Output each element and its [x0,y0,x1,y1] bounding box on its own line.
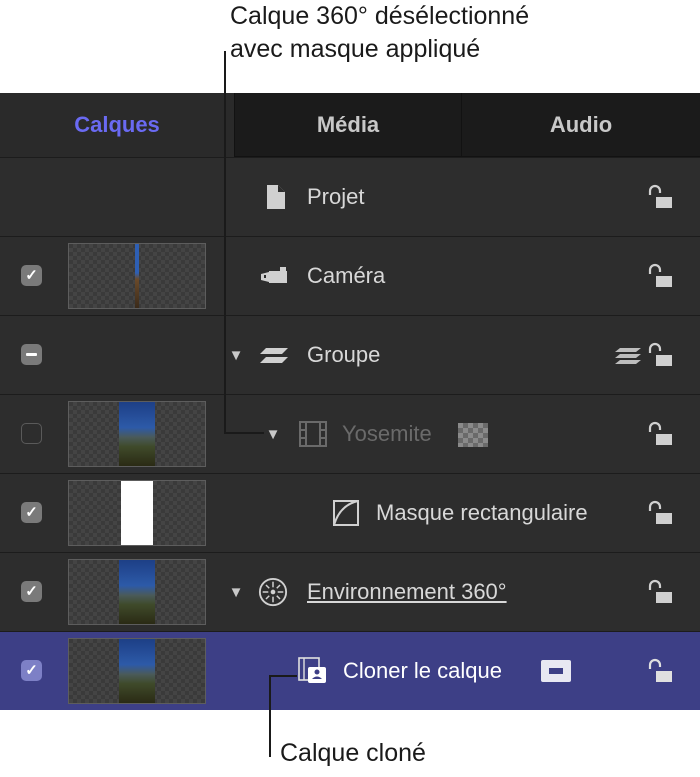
layer-row-projet[interactable]: Projet [0,157,700,236]
visibility-checkbox[interactable] [21,423,42,444]
layer-thumbnail [68,638,206,704]
mask-icon [331,498,361,528]
environment-360-icon [258,577,288,607]
document-icon [261,182,291,212]
layer-row-groupe[interactable]: ▼ Groupe [0,315,700,394]
clone-layer-icon [298,656,328,686]
callout-bottom-leader-horizontal [269,675,297,677]
visibility-checkbox[interactable]: ✓ [21,581,42,602]
layer-label: Masque rectangulaire [376,500,588,525]
layer-label: Cloner le calque [343,658,502,683]
callout-bottom: Calque cloné [280,739,426,767]
lock-icon[interactable] [648,658,674,684]
callout-top: Calque 360° désélectionné avec masque ap… [230,0,529,66]
layer-row-masque-rectangulaire[interactable]: ✓ Masque rectangulaire [0,473,700,552]
callout-top-leader-horizontal [224,432,264,434]
callout-bottom-leader [269,675,271,757]
camera-icon [260,261,290,291]
callout-top-leader [224,51,226,433]
lock-icon[interactable] [648,500,674,526]
layer-row-cloner-le-calque[interactable]: ✓ Cloner le calque [0,631,700,710]
layer-row-camera[interactable]: ✓ Caméra [0,236,700,315]
layer-thumbnail [68,559,206,625]
lock-icon[interactable] [648,421,674,447]
layer-thumbnail [68,243,206,309]
layer-thumbnail [68,401,206,467]
layer-label: Projet [307,184,365,209]
visibility-checkbox[interactable] [21,344,42,365]
tab-media[interactable]: Média [234,93,461,157]
tab-bar: Calques Média Audio [0,93,700,157]
visibility-checkbox[interactable]: ✓ [21,660,42,681]
disclosure-triangle-icon[interactable]: ▼ [266,422,281,446]
layer-thumbnail [68,480,206,546]
mask-checker-icon [458,423,488,447]
disclosure-triangle-icon[interactable]: ▼ [229,343,244,367]
tab-audio[interactable]: Audio [461,93,700,157]
lock-icon[interactable] [648,342,674,368]
callout-top-line1: Calque 360° désélectionné [230,2,530,30]
layer-row-environnement-360[interactable]: ✓ ▼ Environnement 360° [0,552,700,631]
layer-label: Environnement 360° [307,579,507,604]
lock-icon[interactable] [648,579,674,605]
visibility-checkbox[interactable]: ✓ [21,502,42,523]
visibility-checkbox[interactable]: ✓ [21,265,42,286]
layers-stack-icon [614,346,642,366]
callout-top-line2: avec masque appliqué [230,35,481,63]
layer-row-yosemite[interactable]: ▼ Yosemite [0,394,700,473]
lock-icon[interactable] [648,263,674,289]
layer-label: Groupe [307,342,381,367]
layer-label: Caméra [307,263,386,288]
layer-swatch-icon [541,660,571,682]
disclosure-triangle-icon[interactable]: ▼ [229,580,244,604]
layer-label: Yosemite [342,421,432,446]
tab-calques[interactable]: Calques [0,93,234,157]
group-icon [260,340,290,370]
film-icon [298,419,328,449]
lock-icon[interactable] [648,184,674,210]
layers-panel: Calques Média Audio Projet ✓ Caméra ▼ Gr… [0,93,700,710]
